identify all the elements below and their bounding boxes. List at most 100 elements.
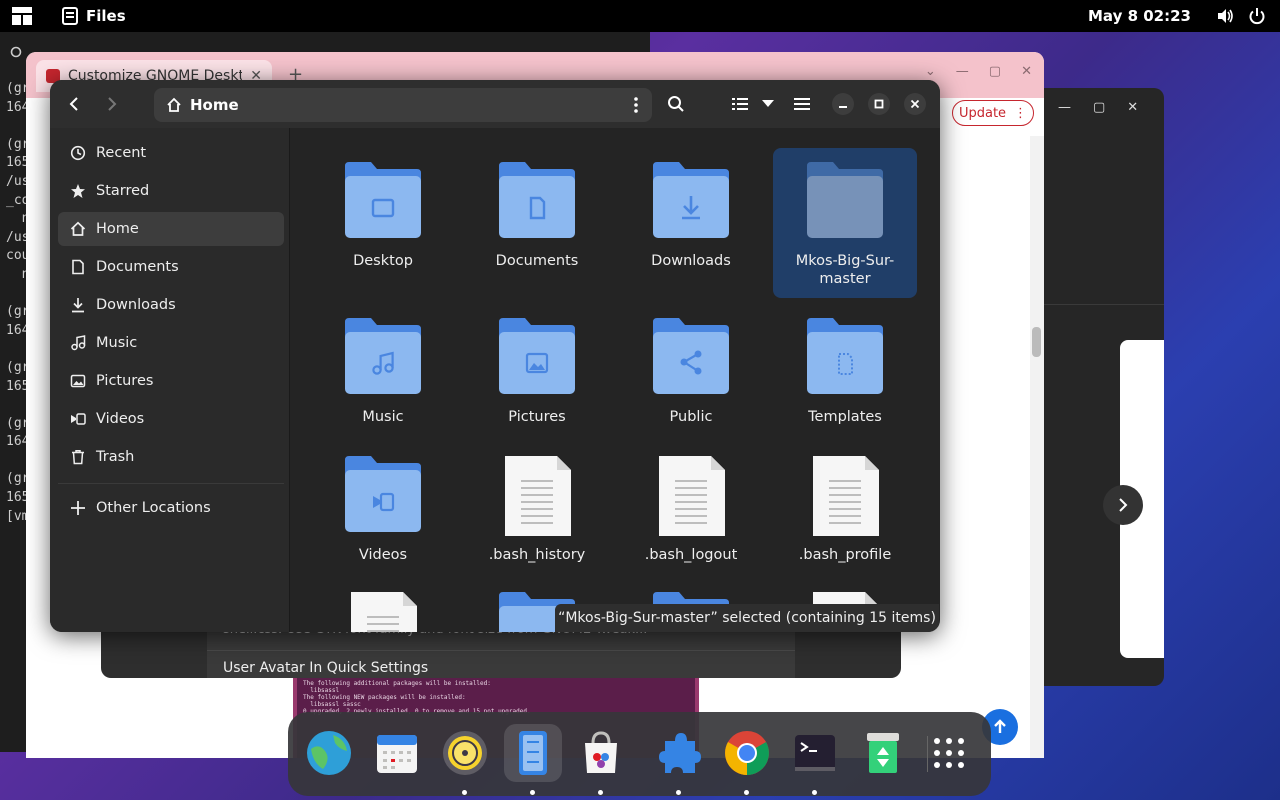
app-grid-icon: [934, 738, 964, 768]
current-path: Home: [190, 96, 239, 114]
sidebar-item-videos[interactable]: Videos: [58, 402, 284, 436]
maximize-button[interactable]: [868, 93, 890, 115]
item-label: Desktop: [353, 253, 413, 269]
power-icon: [1249, 8, 1265, 25]
kebab-menu-icon[interactable]: [634, 97, 638, 113]
settings-row-user-avatar[interactable]: User Avatar In Quick Settings: [223, 660, 428, 676]
minimize-button[interactable]: [832, 93, 854, 115]
files-window[interactable]: Home Other Locations Recent Starred Home…: [50, 80, 940, 632]
location-bar[interactable]: Home: [154, 88, 652, 122]
view-options-button[interactable]: [756, 92, 780, 116]
browser-scrollbar[interactable]: [1030, 136, 1044, 758]
plus-icon: [71, 501, 85, 515]
web-browser-icon: [307, 731, 351, 775]
minimize-icon[interactable]: —: [1058, 100, 1071, 115]
dock-app-grid[interactable]: [920, 724, 978, 782]
maximize-icon[interactable]: ▢: [989, 64, 1001, 79]
running-indicator: [744, 790, 749, 795]
files-headerbar: Home: [50, 80, 940, 128]
close-button[interactable]: [904, 93, 926, 115]
chevron-down-icon[interactable]: ⌄: [925, 64, 936, 79]
item-label: Downloads: [651, 253, 731, 269]
file-item[interactable]: [343, 590, 423, 632]
list-view-icon: [732, 98, 748, 110]
list-view-button[interactable]: [728, 92, 752, 116]
dock-calendar[interactable]: [368, 724, 426, 782]
sidebar-item-starred[interactable]: Starred: [58, 174, 284, 208]
volume-icon: [1218, 9, 1233, 23]
sidebar-item-pictures[interactable]: Pictures: [58, 364, 284, 398]
update-button[interactable]: Update ⋮: [952, 100, 1034, 126]
file-item[interactable]: .bash_history: [465, 442, 609, 592]
home-icon: [70, 221, 86, 236]
running-indicator: [676, 790, 681, 795]
home-icon: [167, 97, 181, 112]
maximize-icon: [874, 99, 884, 109]
folder-item[interactable]: Templates: [773, 304, 917, 454]
sidebar-item-label: Home: [96, 221, 139, 237]
item-icon: [497, 454, 577, 538]
text-file-icon: [505, 456, 571, 536]
app-menu[interactable]: Files: [62, 7, 126, 25]
dock-files[interactable]: [504, 724, 562, 782]
video-icon: [71, 413, 86, 425]
minimize-icon[interactable]: —: [956, 64, 969, 79]
folder-item[interactable]: Videos: [311, 442, 455, 592]
clock[interactable]: May 8 02:23: [1088, 7, 1191, 25]
dock-chrome[interactable]: [718, 724, 776, 782]
sidebar-item-label: Other Locations: [96, 500, 211, 516]
sidebar-item-documents[interactable]: Documents: [58, 250, 284, 284]
folder-icon: [345, 318, 421, 394]
folder-item[interactable]: Desktop: [311, 148, 455, 298]
back-button[interactable]: [62, 92, 86, 116]
sidebar-item-other-locations[interactable]: Other Locations: [58, 491, 284, 525]
running-indicator: [530, 790, 535, 795]
clock-icon: [70, 145, 86, 161]
folder-item[interactable]: Documents: [465, 148, 609, 298]
activities-icon[interactable]: [12, 7, 32, 25]
folder-item[interactable]: Downloads: [619, 148, 763, 298]
dock-software-store[interactable]: [572, 724, 630, 782]
file-item[interactable]: .bash_profile: [773, 442, 917, 592]
sidebar-item-trash[interactable]: Trash: [58, 440, 284, 474]
file-item[interactable]: .bash_logout: [619, 442, 763, 592]
next-arrow-button[interactable]: [1103, 485, 1143, 525]
dock-rhythmbox[interactable]: [436, 724, 494, 782]
software-store-icon: [585, 731, 617, 773]
system-tray[interactable]: [1216, 7, 1266, 25]
trash-icon: [72, 450, 84, 465]
folder-item[interactable]: Pictures: [465, 304, 609, 454]
dock-terminal[interactable]: [786, 724, 844, 782]
sidebar-item-label: Starred: [96, 183, 150, 199]
sidebar-item-home[interactable]: Home: [58, 212, 284, 246]
item-icon: [805, 160, 885, 244]
background-dark-window[interactable]: — ▢ ✕: [1044, 88, 1164, 686]
search-button[interactable]: [664, 92, 688, 116]
dock-extensions[interactable]: [650, 724, 708, 782]
dock-web-browser[interactable]: [300, 724, 358, 782]
sidebar-item-recent[interactable]: Recent: [58, 136, 284, 170]
calendar-icon: [377, 735, 417, 773]
picture-icon: [70, 374, 86, 388]
sidebar-item-label: Videos: [96, 411, 145, 427]
folder-item[interactable]: Public: [619, 304, 763, 454]
close-icon[interactable]: ✕: [1127, 100, 1138, 115]
item-icon: [497, 316, 577, 400]
sidebar-item-downloads[interactable]: Downloads: [58, 288, 284, 322]
item-label: Public: [669, 409, 713, 425]
main-menu-button[interactable]: [790, 92, 814, 116]
dock-recycle-bin[interactable]: [854, 724, 912, 782]
dock: [288, 712, 991, 796]
forward-button[interactable]: [100, 92, 124, 116]
folder-item[interactable]: Music: [311, 304, 455, 454]
app-name: Files: [86, 7, 126, 25]
close-icon[interactable]: ✕: [1021, 64, 1032, 79]
terminal-icon: [795, 735, 835, 771]
music-icon: [71, 335, 86, 351]
maximize-icon[interactable]: ▢: [1093, 100, 1105, 115]
item-icon: [805, 316, 885, 400]
browser-scroll-thumb[interactable]: [1032, 327, 1041, 357]
files-icon: [519, 731, 547, 775]
sidebar-item-music[interactable]: Music: [58, 326, 284, 360]
folder-item[interactable]: Mkos-Big-Sur-master: [773, 148, 917, 298]
